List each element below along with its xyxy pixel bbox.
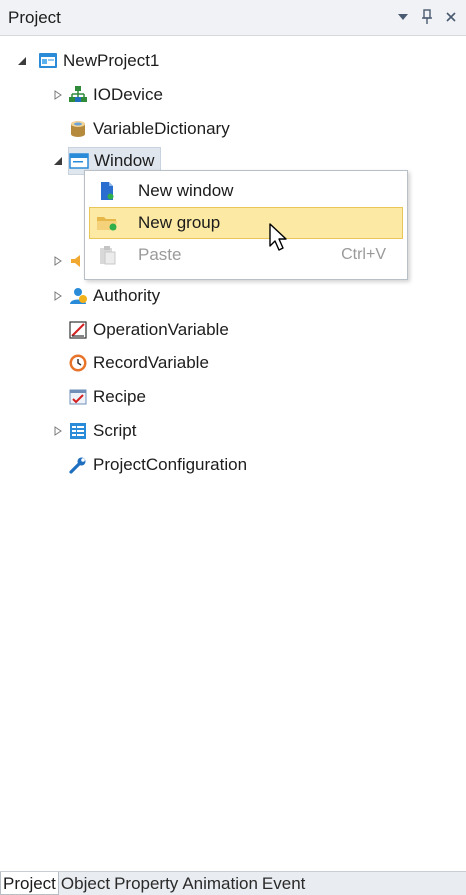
tree-node-operation-variable[interactable]: OperationVariable	[52, 315, 231, 345]
collapsed-arrow-icon[interactable]	[52, 89, 64, 101]
operation-variable-icon	[68, 320, 88, 340]
tree-node-iodevice[interactable]: IODevice	[52, 80, 165, 110]
tree-node-variable-dictionary[interactable]: VariableDictionary	[52, 114, 232, 144]
script-icon	[68, 421, 88, 441]
tree-node-label: NewProject1	[63, 51, 160, 70]
menu-item-new-group[interactable]: New group	[89, 207, 403, 239]
tree-node-label: Authority	[93, 286, 161, 305]
menu-item-label: New window	[138, 181, 234, 200]
menu-item-shortcut: Ctrl+V	[341, 246, 386, 263]
tree-node-label: OperationVariable	[93, 320, 229, 339]
tree-node-label: Recipe	[93, 387, 146, 406]
close-icon[interactable]	[444, 8, 458, 26]
database-icon	[68, 119, 88, 139]
wrench-icon	[68, 455, 88, 475]
panel-title: Project	[8, 8, 61, 27]
tab-event[interactable]: Event	[260, 872, 307, 895]
collapsed-arrow-icon[interactable]	[52, 290, 64, 302]
tree-node-label: Script	[93, 421, 137, 440]
clock-icon	[68, 353, 88, 373]
mouse-pointer-icon	[268, 222, 290, 257]
tree-node-project-configuration[interactable]: ProjectConfiguration	[52, 450, 249, 480]
expanded-arrow-icon[interactable]	[52, 155, 64, 167]
tree-node-label: Window	[94, 151, 155, 170]
menu-item-label: Paste	[138, 245, 182, 264]
header-controls	[396, 6, 458, 28]
tab-object[interactable]: Object	[59, 872, 112, 895]
menu-item-paste[interactable]: Paste Ctrl+V	[89, 239, 403, 271]
collapsed-arrow-icon[interactable]	[52, 255, 64, 267]
dropdown-icon[interactable]	[396, 8, 410, 26]
tree-node-label: RecordVariable	[93, 353, 209, 372]
window-icon	[69, 151, 89, 171]
collapsed-arrow-icon[interactable]	[52, 425, 64, 437]
tab-property[interactable]: Property	[112, 872, 180, 895]
tab-animation[interactable]: Animation	[180, 872, 260, 895]
pin-icon[interactable]	[420, 8, 434, 26]
tree-node-label: ProjectConfiguration	[93, 455, 248, 474]
tree-node-label: IODevice	[93, 85, 163, 104]
expanded-arrow-icon[interactable]	[16, 55, 28, 67]
bottom-tab-bar: Project Object Property Animation Event	[0, 871, 466, 895]
tree-node-root[interactable]: NewProject1	[16, 46, 161, 76]
folder-icon	[90, 207, 124, 239]
menu-item-label: New group	[138, 213, 221, 232]
menu-item-new-window[interactable]: New window	[89, 175, 403, 207]
tree-node-recipe[interactable]: Recipe	[52, 382, 148, 412]
panel-header: Project	[0, 0, 466, 36]
network-device-icon	[68, 85, 88, 105]
tree-node-script[interactable]: Script	[52, 416, 138, 446]
tab-project[interactable]: Project	[0, 872, 59, 895]
recipe-icon	[68, 387, 88, 407]
tree-node-label: VariableDictionary	[93, 119, 230, 138]
tree-node-record-variable[interactable]: RecordVariable	[52, 348, 211, 378]
project-icon	[38, 51, 58, 71]
new-window-icon	[90, 175, 124, 207]
project-tree: NewProject1 IODevice VariableDictionary …	[0, 36, 466, 871]
user-icon	[68, 286, 88, 306]
context-menu: New window New group Paste Ctrl+V	[84, 170, 408, 280]
tree-node-authority[interactable]: Authority	[52, 281, 162, 311]
paste-icon	[90, 239, 124, 271]
